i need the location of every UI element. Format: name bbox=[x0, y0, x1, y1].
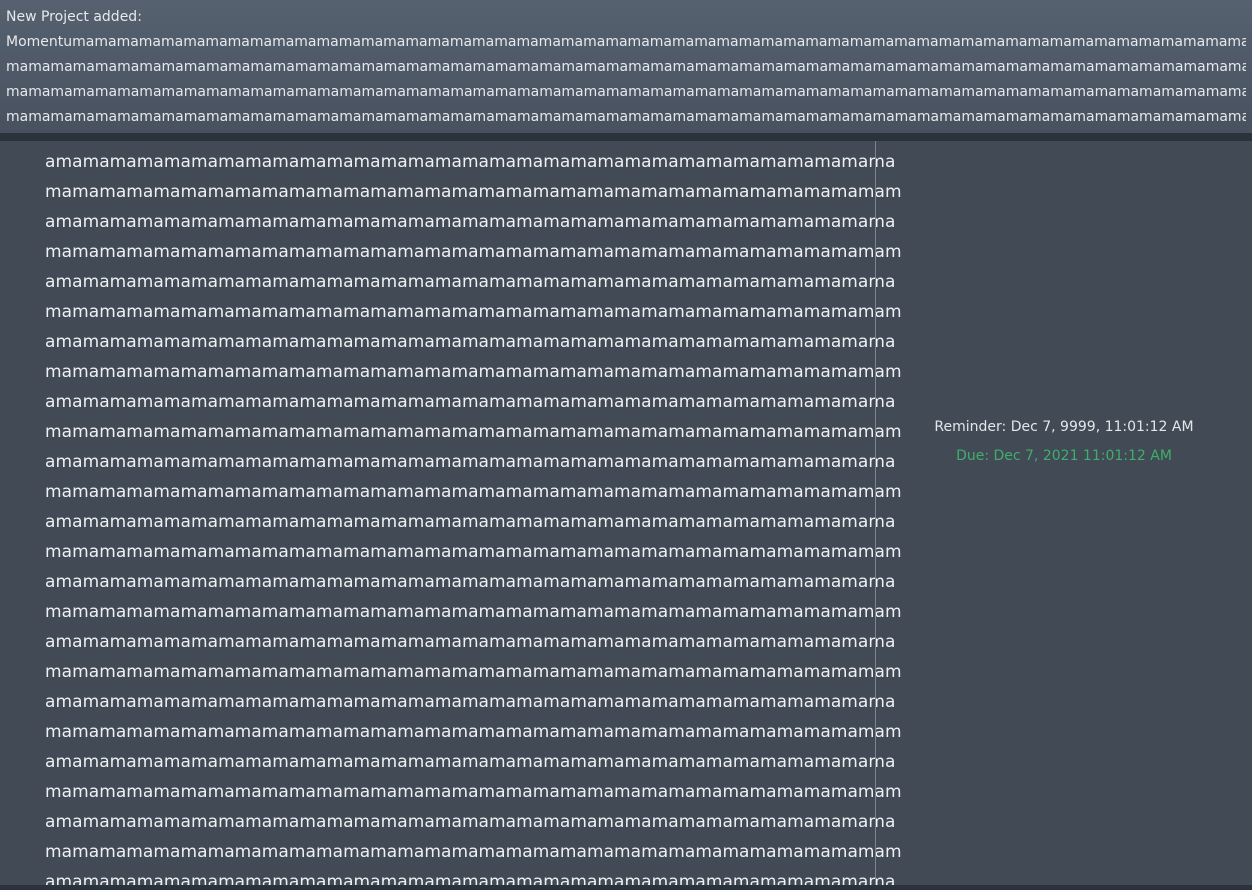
description-line: mamamamamamamamamamamamamamamamamamamama… bbox=[45, 662, 902, 682]
due-date-text: Due: Dec 7, 2021 11:01:12 AM bbox=[956, 448, 1172, 464]
description-line: mamamamamamamamamamamamamamamamamamamama… bbox=[45, 482, 902, 502]
description-line: amamamamamamamamamamamamamamamamamamamam… bbox=[45, 872, 896, 885]
description-line: mamamamamamamamamamamamamamamamamamamama… bbox=[45, 302, 902, 322]
description-line: amamamamamamamamamamamamamamamamamamamam… bbox=[45, 152, 896, 172]
description-line: amamamamamamamamamamamamamamamamamamamam… bbox=[45, 332, 896, 352]
description-line: amamamamamamamamamamamamamamamamamamamam… bbox=[45, 392, 896, 412]
notification-line: mamamamamamamamamamamamamamamamamamamama… bbox=[6, 84, 1246, 100]
notification-toast[interactable]: New Project added: Momentumamamamamamama… bbox=[0, 0, 1252, 133]
description-line: mamamamamamamamamamamamamamamamamamamama… bbox=[45, 182, 902, 202]
description-line: mamamamamamamamamamamamamamamamamamamama… bbox=[45, 542, 902, 562]
project-description: amamamamamamamamamamamamamamamamamamamam… bbox=[45, 147, 902, 885]
bottom-edge bbox=[0, 885, 1252, 890]
notification-line: mamamamamamamamamamamamamamamamamamamama… bbox=[6, 109, 1246, 125]
description-line: amamamamamamamamamamamamamamamamamamamam… bbox=[45, 452, 896, 472]
description-line: mamamamamamamamamamamamamamamamamamamama… bbox=[45, 782, 902, 802]
notification-line: mamamamamamamamamamamamamamamamamamamama… bbox=[6, 59, 1246, 75]
description-line: mamamamamamamamamamamamamamamamamamamama… bbox=[45, 422, 902, 442]
description-line: amamamamamamamamamamamamamamamamamamamam… bbox=[45, 212, 896, 232]
description-line: amamamamamamamamamamamamamamamamamamamam… bbox=[45, 632, 896, 652]
column-divider bbox=[875, 141, 876, 885]
banner-separator bbox=[0, 133, 1252, 141]
description-line: mamamamamamamamamamamamamamamamamamamama… bbox=[45, 722, 902, 742]
reminder-text: Reminder: Dec 7, 9999, 11:01:12 AM bbox=[934, 419, 1194, 435]
description-line: amamamamamamamamamamamamamamamamamamamam… bbox=[45, 812, 896, 832]
project-card[interactable]: amamamamamamamamamamamamamamamamamamamam… bbox=[0, 141, 1252, 885]
description-line: amamamamamamamamamamamamamamamamamamamam… bbox=[45, 572, 896, 592]
description-line: mamamamamamamamamamamamamamamamamamamama… bbox=[45, 602, 902, 622]
notification-line: Momentumamamamamamamamamamamamamamamamam… bbox=[6, 34, 1246, 50]
project-dates: Reminder: Dec 7, 9999, 11:01:12 AM Due: … bbox=[876, 413, 1252, 471]
notification-heading: New Project added: bbox=[6, 9, 142, 25]
description-line: amamamamamamamamamamamamamamamamamamamam… bbox=[45, 512, 896, 532]
description-line: amamamamamamamamamamamamamamamamamamamam… bbox=[45, 752, 896, 772]
description-line: mamamamamamamamamamamamamamamamamamamama… bbox=[45, 842, 902, 862]
description-line: amamamamamamamamamamamamamamamamamamamam… bbox=[45, 272, 896, 292]
description-line: mamamamamamamamamamamamamamamamamamamama… bbox=[45, 242, 902, 262]
description-line: amamamamamamamamamamamamamamamamamamamam… bbox=[45, 692, 896, 712]
description-line: mamamamamamamamamamamamamamamamamamamama… bbox=[45, 362, 902, 382]
